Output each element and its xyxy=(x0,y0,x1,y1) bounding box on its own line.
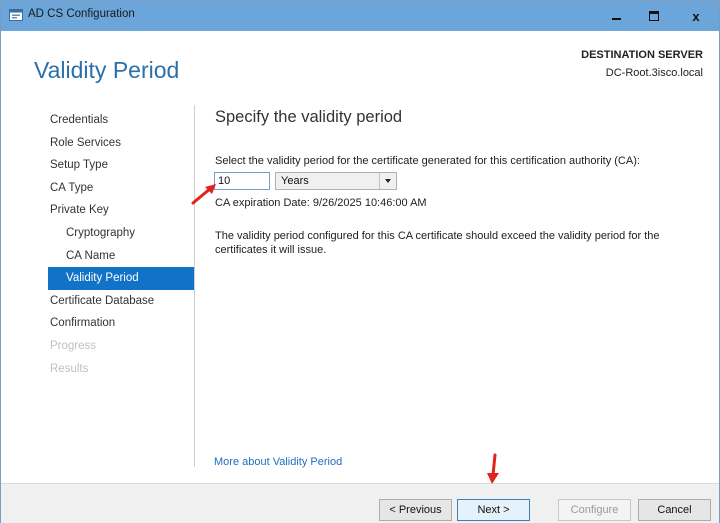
close-button[interactable]: x xyxy=(673,1,719,31)
page-title: Validity Period xyxy=(34,57,180,83)
configure-button: Configure xyxy=(558,499,631,521)
annotation-arrow-icon xyxy=(191,184,216,205)
validity-period-input[interactable] xyxy=(214,172,270,190)
ca-expiration-date: CA expiration Date: 9/26/2025 10:46:00 A… xyxy=(215,197,427,209)
nav-item-credentials[interactable]: Credentials xyxy=(48,109,194,132)
ad-cs-configuration-window: AD CS Configuration x Validity Period DE… xyxy=(0,0,720,523)
window-title: AD CS Configuration xyxy=(28,8,135,20)
nav-item-results: Results xyxy=(50,362,89,375)
close-icon: x xyxy=(692,8,700,24)
nav-item-private-key[interactable]: Private Key xyxy=(48,199,194,222)
validity-unit-select[interactable]: Years xyxy=(275,172,397,190)
server-manager-icon xyxy=(9,9,23,21)
maximize-button[interactable] xyxy=(635,1,673,31)
nav-divider xyxy=(194,105,195,467)
title-bar[interactable]: AD CS Configuration x xyxy=(1,1,719,31)
destination-server-label: DESTINATION SERVER xyxy=(581,49,703,61)
next-button[interactable]: Next > xyxy=(457,499,530,521)
nav-item-ca-name[interactable]: CA Name xyxy=(48,245,194,268)
nav-item-validity-period[interactable]: Validity Period xyxy=(48,267,194,290)
nav-item-cryptography[interactable]: Cryptography xyxy=(48,222,194,245)
validity-instruction: Select the validity period for the certi… xyxy=(215,155,640,167)
nav-item-certificate-database[interactable]: Certificate Database xyxy=(48,290,194,313)
validity-unit-value: Years xyxy=(281,175,309,187)
validity-note: The validity period configured for this … xyxy=(215,230,660,256)
chevron-down-icon[interactable] xyxy=(379,173,396,189)
nav-item-setup-type[interactable]: Setup Type xyxy=(48,154,194,177)
destination-server-name: DC-Root.3isco.local xyxy=(605,67,703,79)
nav-item-progress: Progress xyxy=(50,339,97,352)
cancel-button[interactable]: Cancel xyxy=(638,499,711,521)
minimize-button[interactable] xyxy=(597,1,635,31)
content-heading: Specify the validity period xyxy=(215,108,403,126)
more-about-validity-link[interactable]: More about Validity Period xyxy=(214,456,342,468)
wizard-nav: Credentials Role Services Setup Type CA … xyxy=(48,109,194,380)
nav-item-confirmation[interactable]: Confirmation xyxy=(48,312,194,335)
nav-item-role-services[interactable]: Role Services xyxy=(48,132,194,155)
previous-button[interactable]: < Previous xyxy=(379,499,452,521)
annotation-arrow-next-icon xyxy=(487,453,499,484)
wizard-footer: < Previous Next > Configure Cancel xyxy=(1,483,719,523)
nav-item-ca-type[interactable]: CA Type xyxy=(48,177,194,200)
